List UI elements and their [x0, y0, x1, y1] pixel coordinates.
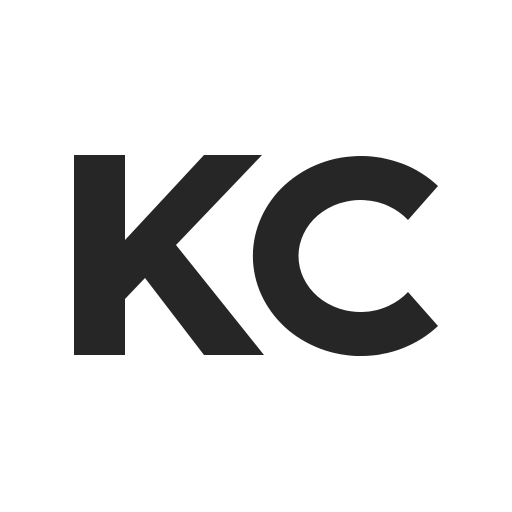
logo-letter-k	[74, 155, 264, 355]
kc-logo-mark	[74, 155, 438, 357]
logo-canvas	[0, 0, 512, 512]
logo-letter-c	[252, 156, 438, 357]
